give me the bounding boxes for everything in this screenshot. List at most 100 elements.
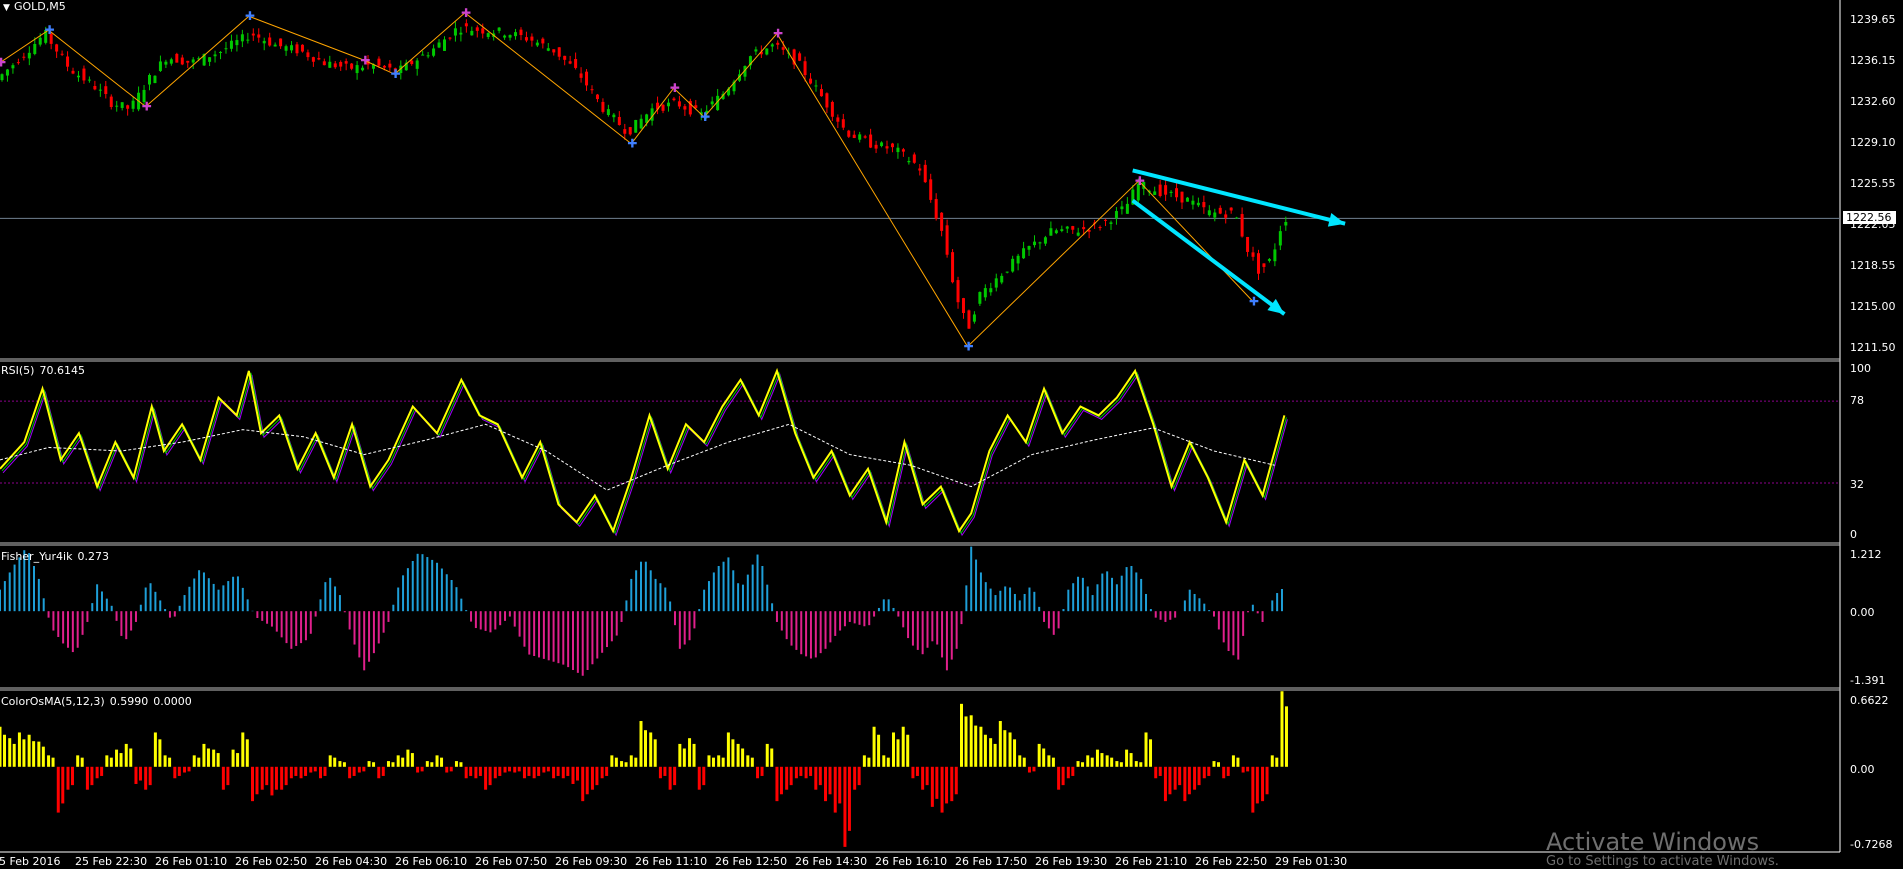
candle-body — [470, 30, 474, 36]
candle-body — [279, 38, 283, 47]
candle-body — [186, 60, 190, 63]
candle-body — [989, 288, 993, 293]
candle-body — [229, 40, 233, 49]
time-axis-label: 26 Feb 07:50 — [475, 855, 548, 868]
candle-body — [11, 65, 15, 69]
candle-body — [863, 136, 867, 138]
candle-body — [890, 143, 894, 148]
candle-body — [344, 61, 348, 64]
candle-body — [1120, 206, 1124, 210]
candle-body — [208, 57, 212, 62]
candle-body — [126, 105, 130, 109]
candle-body — [814, 85, 818, 87]
candle-body — [803, 61, 807, 76]
zigzag-marker: ✚ — [391, 67, 401, 81]
candle-body — [574, 59, 578, 68]
candle-body — [1218, 207, 1222, 214]
time-axis-label: 25 Feb 2016 — [0, 855, 61, 868]
candle-body — [0, 74, 4, 81]
candle-body — [841, 119, 845, 128]
candle-body — [1098, 227, 1102, 229]
candle-body — [268, 37, 272, 46]
candle-body — [1049, 228, 1053, 236]
candle-body — [333, 63, 337, 68]
candle-body — [677, 101, 681, 107]
osma-scale-label: 0.6622 — [1850, 694, 1889, 707]
candle-body — [109, 96, 113, 107]
osma-scale-label: -0.7268 — [1850, 838, 1893, 851]
candle-body — [896, 147, 900, 153]
time-axis-label: 26 Feb 17:50 — [955, 855, 1028, 868]
candle-body — [377, 58, 381, 66]
candle-body — [858, 134, 862, 140]
candle-body — [880, 142, 884, 147]
candle-body — [295, 44, 299, 54]
candle-body — [1246, 236, 1250, 252]
price-scale-label: 1232.60 — [1850, 95, 1896, 108]
candle-body — [1005, 271, 1009, 273]
candle-body — [579, 73, 583, 78]
candle-body — [563, 55, 567, 60]
candle-body — [623, 129, 627, 134]
candle-body — [1082, 227, 1086, 230]
candle-body — [994, 278, 998, 288]
candle-body — [770, 44, 774, 47]
candle-body — [874, 144, 878, 149]
price-scale-label: 1239.65 — [1850, 13, 1896, 26]
candle-body — [1065, 226, 1069, 229]
zigzag-marker: ✚ — [45, 23, 55, 37]
osma-scale-label: 0.00 — [1850, 763, 1875, 776]
rsi-scale-label: 78 — [1850, 394, 1864, 407]
fisher-scale-label: 1.212 — [1850, 548, 1882, 561]
zigzag-marker: ✚ — [0, 56, 6, 70]
candle-body — [776, 42, 780, 45]
rsi-scale-label: 100 — [1850, 362, 1871, 375]
menu-triangle-icon[interactable]: ▼ — [3, 3, 10, 13]
trend-arrow-line — [1132, 168, 1346, 226]
candle-body — [87, 79, 91, 81]
candle-body — [972, 314, 976, 322]
candle-body — [464, 23, 468, 27]
fisher-scale-label: -1.391 — [1850, 674, 1886, 687]
candle-body — [869, 134, 873, 148]
candle-body — [240, 34, 244, 42]
candle-body — [1125, 203, 1129, 214]
candle-body — [1114, 211, 1118, 219]
main-symbol-label: GOLD,M5 — [14, 0, 66, 13]
candle-body — [60, 53, 64, 55]
zigzag-marker: ✚ — [1249, 294, 1259, 308]
candle-body — [415, 60, 419, 69]
zigzag-marker: ✚ — [1135, 174, 1145, 188]
candle-body — [1256, 253, 1260, 274]
price-scale-label: 1236.15 — [1850, 54, 1896, 67]
candle-body — [426, 55, 430, 57]
trading-chart[interactable]: ✚ ✚ ✚ ✚ ✚ ✚ ✚ ✚ ✚ ✚ ✚ ✚ ✚ ✚ — [0, 0, 1903, 866]
candle-body — [912, 154, 916, 163]
candle-body — [322, 61, 326, 66]
time-axis-label: 26 Feb 04:30 — [315, 855, 388, 868]
zigzag-marker: ✚ — [360, 53, 370, 67]
candle-body — [672, 98, 676, 101]
candle-body — [1240, 214, 1244, 237]
candle-body — [311, 57, 315, 62]
candle-body — [350, 63, 354, 69]
candle-body — [1109, 222, 1113, 224]
candle-body — [585, 71, 589, 86]
candle-body — [148, 75, 152, 85]
candle-body — [131, 100, 135, 109]
candle-body — [765, 48, 769, 55]
candle-body — [983, 288, 987, 298]
candle-body — [1158, 184, 1162, 196]
candle-body — [1273, 249, 1277, 262]
candle-body — [5, 69, 9, 76]
candle-body — [1038, 242, 1042, 244]
rsi-scale-label: 0 — [1850, 528, 1857, 541]
candle-body — [284, 46, 288, 51]
candle-body — [568, 61, 572, 64]
candle-body — [382, 65, 386, 68]
candle-body — [448, 37, 452, 39]
candle-body — [781, 47, 785, 50]
candle-body — [961, 298, 965, 314]
candle-body — [93, 86, 97, 90]
candle-body — [967, 310, 971, 329]
